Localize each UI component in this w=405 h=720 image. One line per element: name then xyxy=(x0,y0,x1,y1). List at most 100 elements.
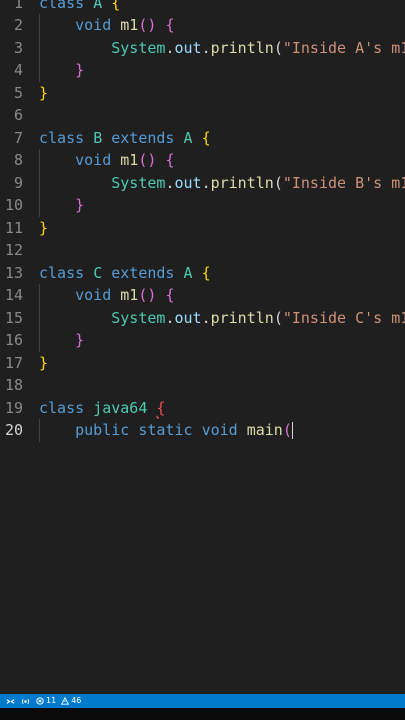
code-token: main xyxy=(246,421,283,439)
code-line[interactable]: 10 } xyxy=(0,194,405,217)
code-line[interactable]: 13 class C extends A { xyxy=(0,262,405,285)
code-token: m1 xyxy=(120,151,139,169)
code-token: } xyxy=(75,61,85,79)
code-line[interactable]: 4 } xyxy=(0,59,405,82)
code-line[interactable]: 6 xyxy=(0,104,405,127)
line-code: } xyxy=(39,329,84,352)
line-code: void m1() { xyxy=(39,284,174,307)
code-token: extends xyxy=(111,128,175,147)
line-code: class B extends A { xyxy=(39,127,211,150)
code-token: void xyxy=(201,421,238,439)
code-line[interactable]: 3 System.out.println("Inside A's m1 xyxy=(0,37,405,60)
line-code: void m1() { xyxy=(39,149,174,172)
line-number: 12 xyxy=(4,241,23,259)
code-token: A xyxy=(183,263,193,282)
code-token: } xyxy=(39,353,49,372)
remote-indicator[interactable] xyxy=(6,697,15,706)
line-number: 9 xyxy=(13,173,23,192)
line-code: } xyxy=(39,352,48,375)
line-number: 14 xyxy=(4,286,23,304)
error-count: 11 xyxy=(46,696,57,705)
line-code: } xyxy=(39,59,84,82)
code-token: . xyxy=(201,308,211,327)
code-token: "Inside B's m1 xyxy=(282,173,405,192)
code-line[interactable]: 20 public static void main( xyxy=(0,419,405,442)
line-number: 15 xyxy=(4,308,23,327)
line-number: 18 xyxy=(4,376,23,394)
code-line[interactable]: 12 xyxy=(0,239,405,262)
code-token: System xyxy=(111,173,166,192)
error-circle-icon xyxy=(36,697,44,705)
live-share-indicator[interactable] xyxy=(21,697,30,706)
code-token: m1 xyxy=(120,286,139,304)
code-token: void xyxy=(75,16,112,34)
line-number: 2 xyxy=(13,16,23,34)
line-number: 20 xyxy=(4,421,23,439)
code-token: { xyxy=(165,286,175,304)
code-token: () xyxy=(138,286,157,304)
code-token: java64 xyxy=(93,398,148,417)
line-code: } xyxy=(39,217,48,240)
code-line[interactable]: 19 class java64 { xyxy=(0,397,405,420)
code-token: { xyxy=(111,0,121,12)
code-line[interactable]: 1 class A { xyxy=(0,0,405,14)
code-token: A xyxy=(93,0,103,12)
code-token: static xyxy=(138,421,193,439)
line-number: 19 xyxy=(4,398,23,417)
code-line[interactable]: 15 System.out.println("Inside C's m1 xyxy=(0,307,405,330)
text-cursor xyxy=(291,422,294,439)
code-token: ( xyxy=(273,308,283,327)
problems-indicator[interactable]: 11 46 xyxy=(36,694,81,708)
line-number: 16 xyxy=(4,331,23,349)
code-token: C xyxy=(93,263,103,282)
line-number: 11 xyxy=(4,218,23,237)
code-token: out xyxy=(174,173,202,192)
code-line[interactable]: 14 void m1() { xyxy=(0,284,405,307)
code-token: } xyxy=(39,83,49,102)
code-line[interactable]: 9 System.out.println("Inside B's m1 xyxy=(0,172,405,195)
line-code: class C extends A { xyxy=(39,262,211,285)
code-token: . xyxy=(201,173,211,192)
line-number: 4 xyxy=(13,61,23,79)
code-line[interactable]: 5} xyxy=(0,82,405,105)
code-line[interactable]: 17} xyxy=(0,352,405,375)
line-code: } xyxy=(39,82,48,105)
warning-icon xyxy=(61,697,70,705)
code-editor[interactable]: 1 class A {2 void m1() {3 System.out.prin… xyxy=(0,0,405,694)
code-line[interactable]: 2 void m1() { xyxy=(0,14,405,37)
code-token: . xyxy=(201,38,211,57)
code-token: out xyxy=(174,308,202,327)
code-line[interactable]: 7 class B extends A { xyxy=(0,127,405,150)
line-code: System.out.println("Inside A's m1 xyxy=(39,37,405,60)
status-bar: 11 46 xyxy=(0,694,405,708)
code-line[interactable]: 8 void m1() { xyxy=(0,149,405,172)
code-line[interactable]: 18 xyxy=(0,374,405,397)
line-code: } xyxy=(39,194,84,217)
line-code: void m1() { xyxy=(39,14,174,37)
code-token: { xyxy=(201,128,211,147)
code-token: class xyxy=(39,398,85,417)
code-token: A xyxy=(183,128,193,147)
code-token: "Inside A's m1 xyxy=(282,38,405,57)
code-token: System xyxy=(111,38,166,57)
code-line[interactable]: 16 } xyxy=(0,329,405,352)
code-line[interactable]: 11} xyxy=(0,217,405,240)
code-token: void xyxy=(75,286,112,304)
line-number: 13 xyxy=(4,263,23,282)
code-token: () xyxy=(138,16,157,34)
code-token: class xyxy=(39,128,85,147)
line-number: 3 xyxy=(13,38,23,57)
